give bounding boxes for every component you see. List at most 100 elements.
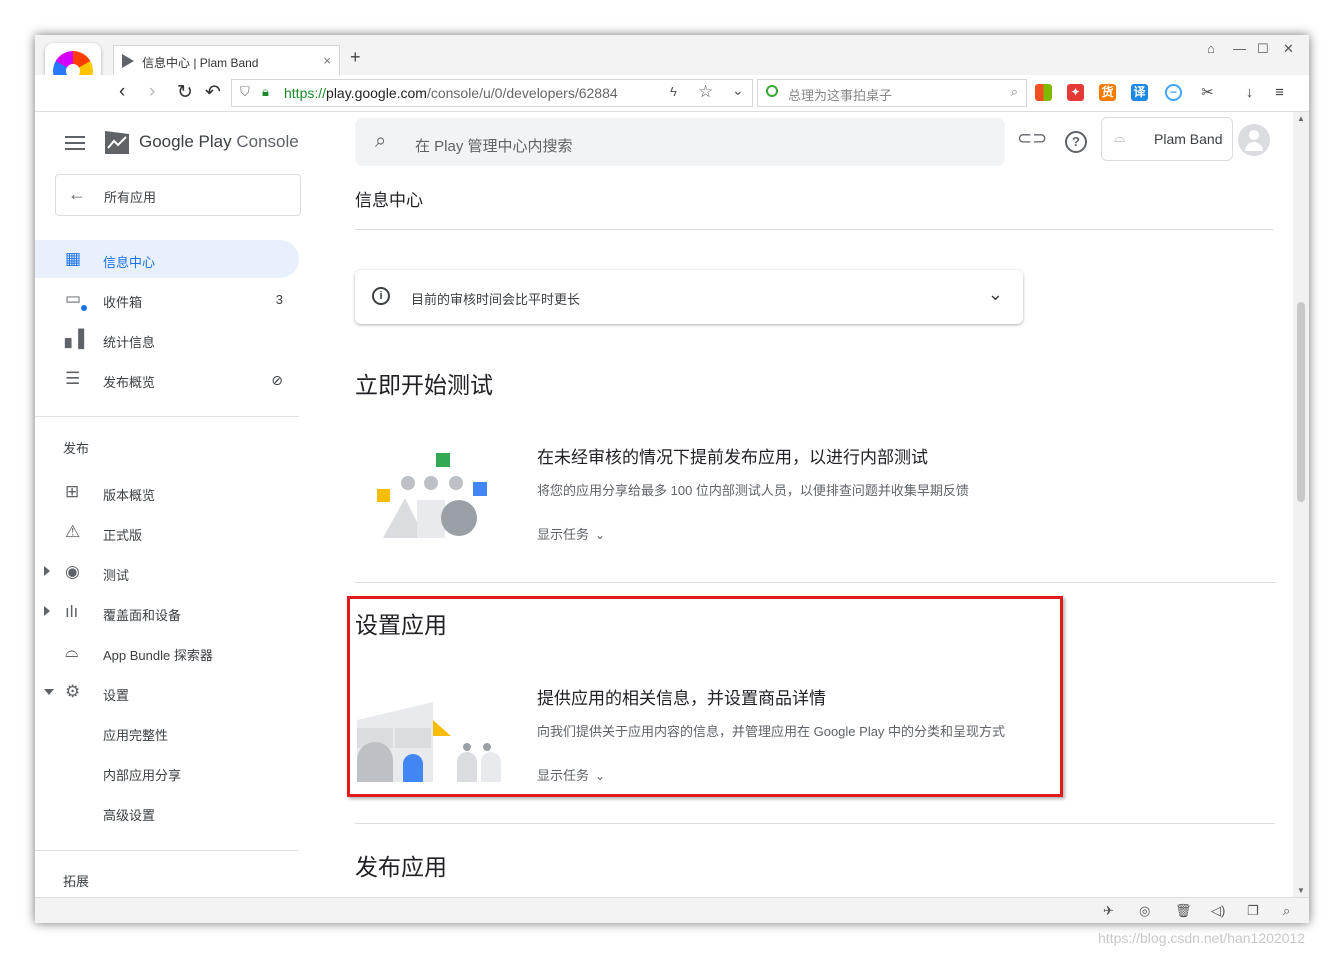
testing-icon: ◉: [65, 562, 80, 581]
link-icon[interactable]: ⊂⊃: [1017, 128, 1047, 154]
chevron-down-icon: ⌄: [595, 528, 606, 542]
sidebar-item-releases-overview[interactable]: ⊞ 版本概览: [35, 473, 299, 511]
close-window-icon[interactable]: ✕: [1283, 41, 1294, 57]
scroll-down-icon[interactable]: ▼: [1297, 886, 1305, 895]
sidebar-item-label: 发布概览: [103, 375, 156, 390]
zoom-icon[interactable]: ⌕: [1283, 903, 1290, 919]
show-tasks-label: 显示任务: [537, 527, 590, 542]
sidebar-item-label: 覆盖面和设备: [103, 608, 182, 623]
search-icon: ⌕: [375, 130, 387, 152]
browser-search-placeholder: 总理为这事拍桌子: [788, 88, 893, 103]
sidebar-divider: [35, 850, 299, 851]
url-input[interactable]: ⛉ 🔒︎ https://play.google.com/console/u/0…: [231, 79, 753, 107]
forward-icon[interactable]: ›: [149, 81, 155, 103]
expand-caret-icon[interactable]: [44, 606, 50, 616]
windows-icon[interactable]: [1035, 84, 1052, 101]
sidebar-item-label: 正式版: [103, 528, 143, 543]
status-bar: ✈ ◎ 🗑︎ ◁) ❐ ⌕: [35, 897, 1309, 923]
watermark: https://blog.csdn.net/han1202012: [1098, 930, 1306, 946]
minus-circle-icon[interactable]: −: [1165, 84, 1182, 101]
menu-icon[interactable]: ≡: [1271, 84, 1288, 101]
download-icon[interactable]: ↓: [1241, 84, 1258, 101]
testing-illustration: [377, 453, 487, 538]
sidebar-item-advanced-settings[interactable]: 高级设置: [35, 793, 299, 831]
sidebar-item-setup[interactable]: ⚙ 设置: [35, 673, 299, 711]
brand-title[interactable]: Google Play Console: [139, 132, 299, 152]
show-tasks-button[interactable]: 显示任务 ⌄: [537, 524, 605, 543]
notifications-off-icon: ⊘: [271, 372, 283, 388]
accelerate-icon[interactable]: ◎: [1139, 903, 1150, 919]
task-title-internal-testing: 在未经审核的情况下提前发布应用，以进行内部测试: [537, 448, 928, 467]
sidebar-item-label: 收件箱: [103, 295, 143, 310]
browser-window: 信息中心 | Plam Band × + ⌂ — ☐ ✕ ‹ › ↻ ↶ ⛉ 🔒…: [35, 35, 1309, 923]
sidebar-item-inbox[interactable]: ▭ 收件箱 3: [35, 280, 299, 318]
scroll-up-icon[interactable]: ▲: [1297, 114, 1305, 123]
play-favicon-icon: [122, 54, 134, 68]
help-icon[interactable]: ?: [1065, 131, 1087, 153]
console-search-input[interactable]: ⌕ 在 Play 管理中心内搜索: [355, 118, 1005, 166]
shield-icon: ⛉: [240, 84, 250, 99]
collapse-caret-icon[interactable]: [44, 689, 54, 695]
task-desc-internal-testing: 将您的应用分享给最多 100 位内部测试人员，以便排查问题并收集早期反馈: [537, 483, 969, 498]
section-release-label: 发布: [63, 441, 90, 456]
highlight-annotation-box: [347, 596, 1063, 797]
undo-icon[interactable]: ↶: [205, 81, 221, 104]
release-overview-icon: ☰: [65, 369, 81, 388]
all-apps-label: 所有应用: [104, 190, 157, 205]
minimize-icon[interactable]: —: [1233, 41, 1246, 56]
section-heading-publish: 发布应用: [355, 854, 447, 880]
sound-icon[interactable]: ◁): [1211, 903, 1225, 919]
vertical-scrollbar[interactable]: ▲ ▼: [1293, 112, 1309, 897]
hamburger-menu-icon[interactable]: [65, 136, 85, 154]
deal-icon[interactable]: 货: [1099, 84, 1116, 101]
sidebar-item-statistics[interactable]: ▖▌ 统计信息: [35, 320, 299, 358]
sidebar-item-label: 信息中心: [103, 255, 156, 270]
section-divider: [355, 582, 1275, 583]
sidebar-item-internal-app-sharing[interactable]: 内部应用分享: [35, 753, 299, 791]
browser-search-input[interactable]: 总理为这事拍桌子 ⌕: [757, 79, 1027, 107]
new-tab-button[interactable]: +: [350, 47, 361, 68]
search-icon[interactable]: ⌕: [1011, 84, 1018, 100]
account-name: Plam Band: [1154, 131, 1223, 147]
expand-caret-icon[interactable]: [44, 566, 50, 576]
scissors-icon[interactable]: ✂: [1199, 84, 1216, 101]
avatar[interactable]: [1238, 124, 1270, 156]
review-time-notice[interactable]: i 目前的审核时间会比平时更长 ⌄: [355, 270, 1023, 324]
sidebar-item-testing[interactable]: ◉ 测试: [35, 553, 299, 591]
reload-icon[interactable]: ↻: [177, 81, 193, 104]
title-divider: [355, 229, 1273, 230]
sidebar-item-release-overview[interactable]: ☰ 发布概览 ⊘: [35, 360, 299, 398]
developer-account-button[interactable]: ⌓ Plam Band: [1101, 117, 1233, 161]
android-icon: ⌓: [65, 642, 79, 661]
sidebar-item-production[interactable]: ⚠ 正式版: [35, 513, 299, 551]
translate-icon[interactable]: 译: [1131, 84, 1148, 101]
sidebar-item-app-bundle-explorer[interactable]: ⌓ App Bundle 探索器: [35, 633, 299, 671]
lightning-icon[interactable]: ϟ: [670, 84, 677, 99]
window-icon[interactable]: ❐: [1247, 903, 1259, 919]
star-icon[interactable]: ☆: [698, 82, 713, 102]
dashboard-icon: ▦: [65, 249, 82, 268]
back-icon[interactable]: ‹: [119, 81, 125, 103]
browser-tab[interactable]: 信息中心 | Plam Band ×: [113, 45, 340, 76]
sidebar-item-label: 统计信息: [103, 335, 156, 350]
sidebar-divider: [35, 416, 299, 417]
lock-icon: 🔒︎: [262, 84, 269, 99]
chevron-down-icon[interactable]: ⌄: [988, 284, 1003, 305]
scrollbar-thumb[interactable]: [1297, 302, 1305, 502]
tab-close-icon[interactable]: ×: [323, 53, 331, 68]
trash-icon[interactable]: 🗑︎: [1175, 903, 1192, 919]
android-icon: ⌓: [1114, 129, 1126, 145]
pin-icon[interactable]: ✈: [1103, 903, 1114, 919]
game-icon[interactable]: ✦: [1067, 84, 1084, 101]
dropdown-chevron-icon[interactable]: ⌄: [732, 82, 744, 99]
sidebar-item-dashboard[interactable]: ▦ 信息中心: [35, 240, 299, 278]
notice-text: 目前的审核时间会比平时更长: [411, 292, 581, 307]
maximize-icon[interactable]: ☐: [1257, 41, 1269, 57]
sidebar-item-app-integrity[interactable]: 应用完整性: [35, 713, 299, 751]
section-divider: [355, 823, 1275, 824]
skin-icon[interactable]: ⌂: [1207, 41, 1215, 56]
all-apps-button[interactable]: ← 所有应用: [55, 174, 301, 216]
production-icon: ⚠: [65, 522, 81, 541]
section-heading-testing: 立即开始测试: [355, 372, 493, 398]
sidebar-item-reach-devices[interactable]: ılı 覆盖面和设备: [35, 593, 299, 631]
